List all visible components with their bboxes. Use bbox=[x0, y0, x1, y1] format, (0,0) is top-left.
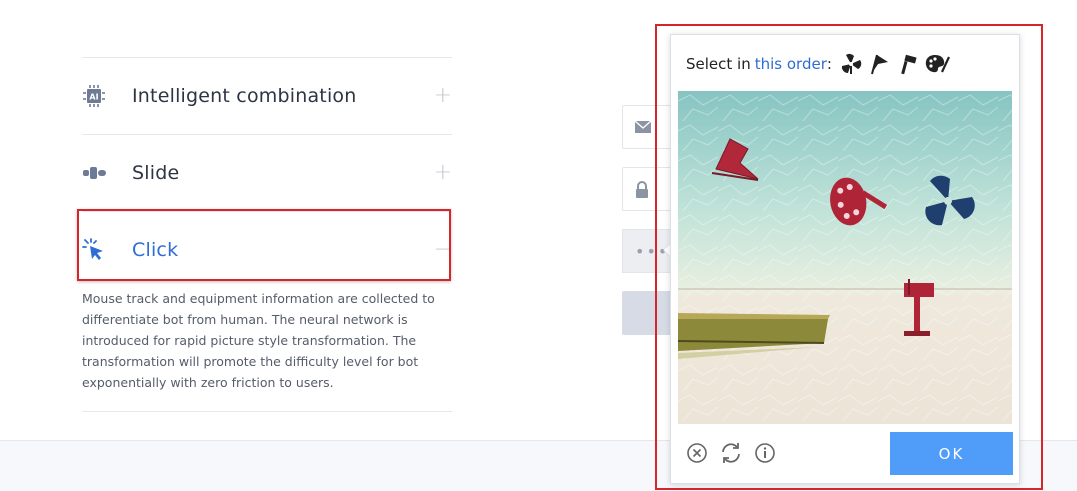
click-cursor-icon bbox=[82, 238, 106, 262]
accordion-item-intelligent-combination[interactable]: AI Intelligent combination + bbox=[82, 58, 452, 134]
svg-text:AI: AI bbox=[89, 93, 98, 102]
close-icon[interactable] bbox=[685, 441, 709, 465]
mail-icon bbox=[634, 119, 652, 138]
fan-icon bbox=[841, 53, 862, 74]
expand-plus-icon[interactable]: + bbox=[434, 85, 452, 107]
ai-chip-icon: AI bbox=[82, 84, 106, 108]
click-description: Mouse track and equipment information ar… bbox=[82, 291, 435, 390]
ok-button[interactable]: OK bbox=[890, 432, 1013, 475]
click-captcha-popup: Select in this order : OK bbox=[670, 34, 1020, 484]
accordion-item-slide[interactable]: Slide + bbox=[82, 135, 452, 211]
captcha-toolbar bbox=[685, 441, 777, 465]
target-sequence bbox=[840, 53, 950, 75]
prompt-order: this order bbox=[754, 55, 827, 73]
captcha-image[interactable] bbox=[678, 91, 1012, 424]
palette-icon bbox=[925, 55, 950, 73]
captcha-prompt: Select in this order : bbox=[686, 50, 950, 78]
feature-accordion: AI Intelligent combination + Slide + Cli… bbox=[82, 57, 452, 412]
accordion-label: Click bbox=[132, 239, 179, 261]
expand-plus-icon[interactable]: + bbox=[434, 162, 452, 184]
prompt-prefix: Select in bbox=[686, 55, 751, 73]
info-icon[interactable] bbox=[753, 441, 777, 465]
accordion-label: Intelligent combination bbox=[132, 85, 357, 107]
divider bbox=[82, 411, 452, 412]
accordion-item-click[interactable]: Click − bbox=[82, 212, 452, 288]
lock-icon bbox=[635, 181, 649, 203]
collapse-minus-icon[interactable]: − bbox=[434, 239, 452, 261]
prompt-colon: : bbox=[826, 55, 832, 73]
refresh-icon[interactable] bbox=[719, 441, 743, 465]
flag-icon bbox=[870, 54, 888, 75]
slider-icon bbox=[82, 161, 106, 185]
hammer-icon bbox=[901, 54, 917, 75]
accordion-label: Slide bbox=[132, 162, 180, 184]
